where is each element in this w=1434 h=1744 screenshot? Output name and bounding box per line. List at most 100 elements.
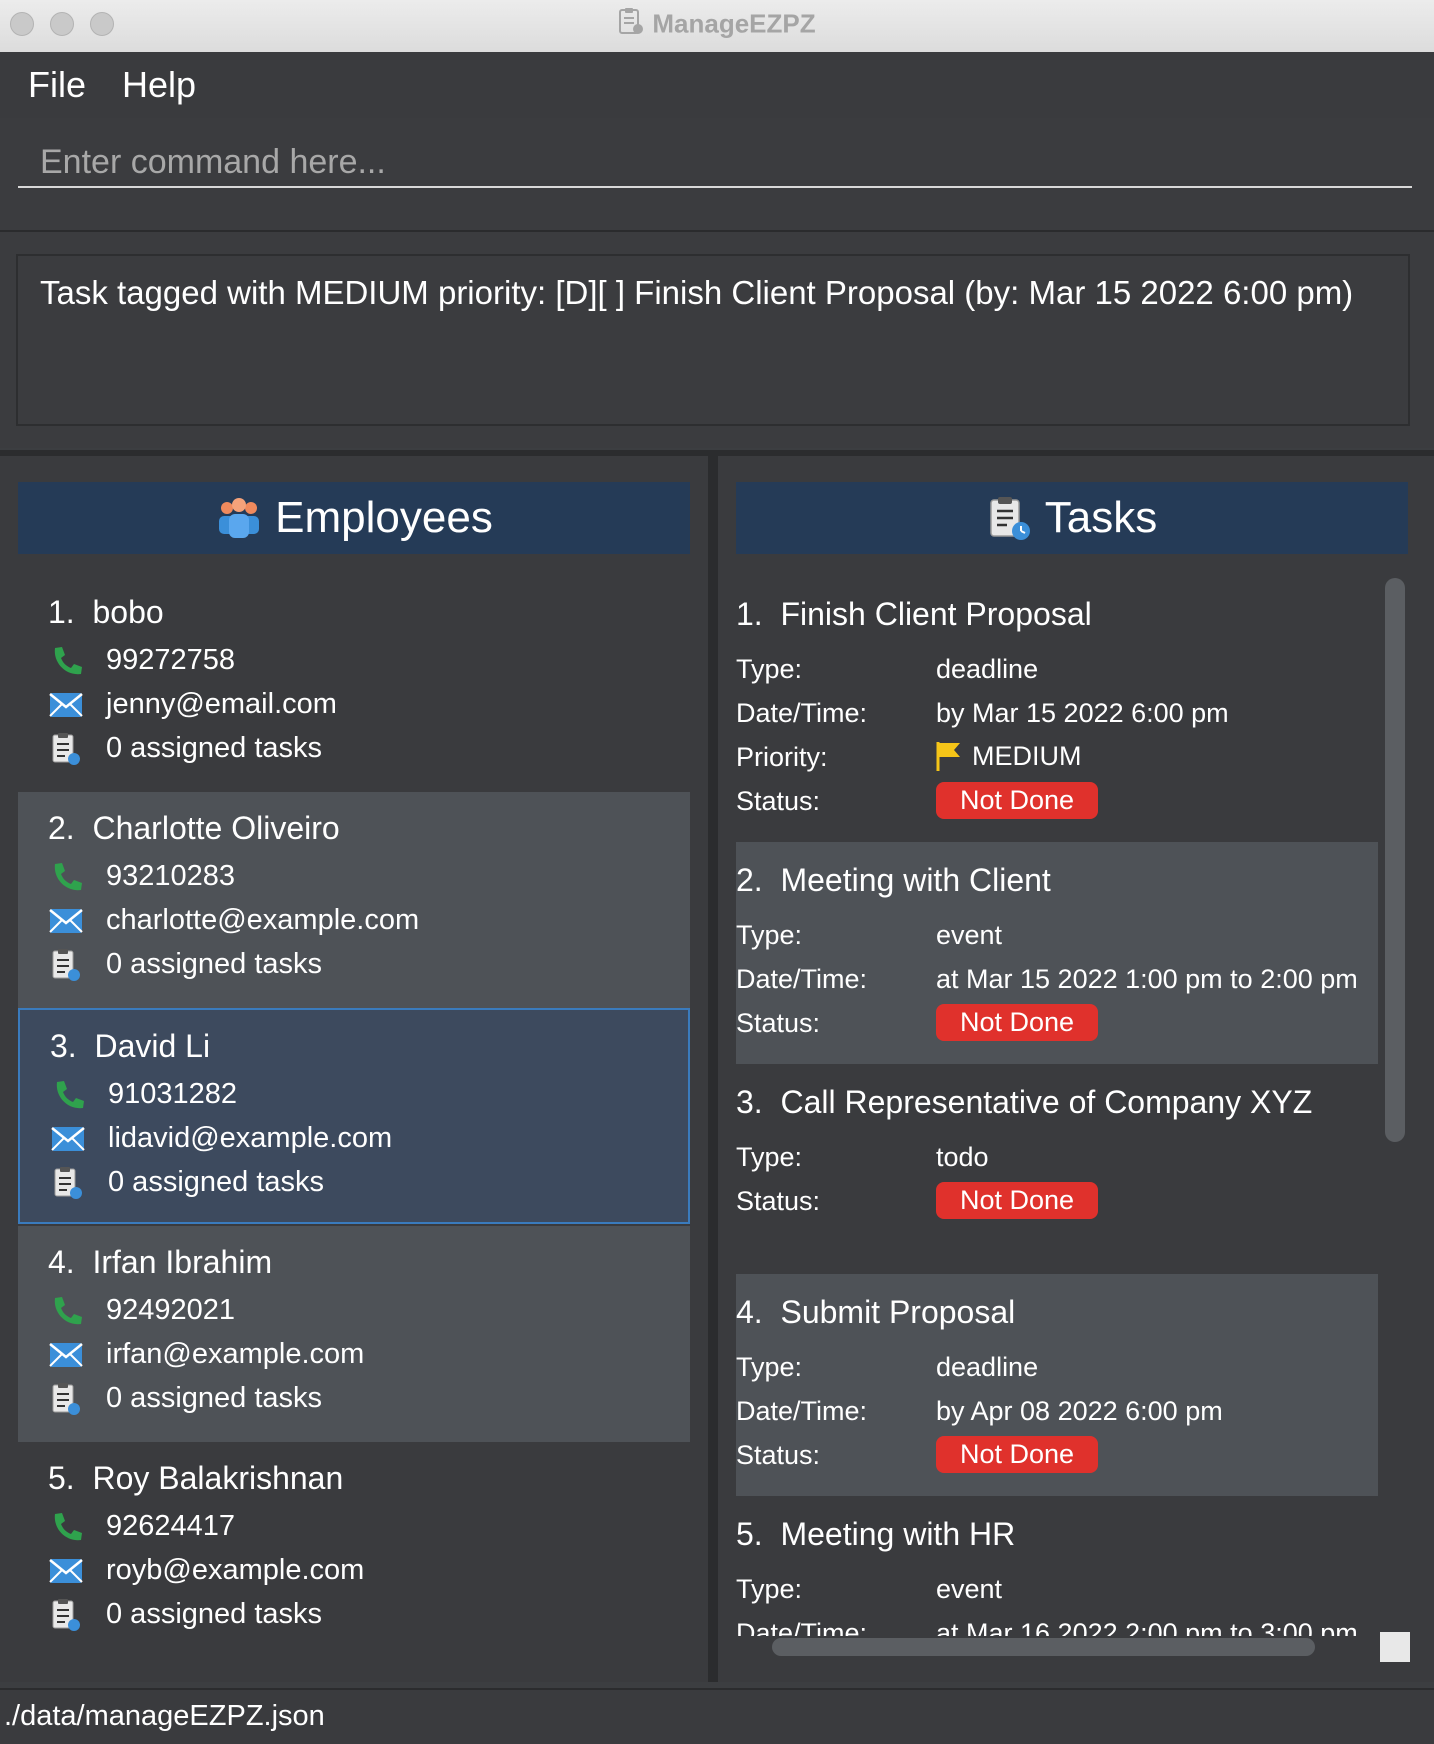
employee-tasks-row: 0 assigned tasks bbox=[50, 1166, 324, 1199]
app-icon bbox=[618, 8, 644, 43]
task-list-icon bbox=[48, 732, 84, 765]
task-datetime-value: by Apr 08 2022 6:00 pm bbox=[936, 1396, 1223, 1426]
task-list-horizontal-scrollbar[interactable] bbox=[772, 1638, 1315, 1656]
phone-icon bbox=[50, 1079, 86, 1111]
employee-card-selected[interactable]: 3. David Li 91031282 lidavid@example.com… bbox=[18, 1008, 690, 1224]
employee-card[interactable]: 1. bobo 99272758 jenny@email.com 0 assig… bbox=[18, 576, 690, 792]
employee-email-row: jenny@email.com bbox=[48, 688, 337, 721]
command-input[interactable] bbox=[18, 138, 1412, 188]
mail-icon bbox=[48, 1339, 84, 1371]
task-datetime-value: at Mar 16 2022 2:00 pm to 3:00 pm bbox=[936, 1618, 1358, 1636]
task-name: 3. Call Representative of Company XYZ bbox=[736, 1084, 1313, 1120]
task-datetime-label: Date/Time: bbox=[736, 1618, 868, 1636]
window-title-bar: ManageEZPZ bbox=[0, 0, 1434, 53]
task-type-label: Type: bbox=[736, 1574, 803, 1604]
task-list-icon bbox=[48, 948, 84, 981]
task-card[interactable]: 2. Meeting with Client Type: event Date/… bbox=[736, 842, 1378, 1064]
status-badge: Not Done bbox=[936, 1004, 1099, 1041]
task-name: 2. Meeting with Client bbox=[736, 862, 1051, 898]
employee-phone-row: 91031282 bbox=[50, 1078, 237, 1111]
employee-tasks-row: 0 assigned tasks bbox=[48, 1598, 322, 1631]
task-type-value: event bbox=[936, 920, 1003, 950]
employee-email-row: charlotte@example.com bbox=[48, 904, 419, 937]
phone-icon bbox=[48, 1295, 84, 1327]
task-type-value: deadline bbox=[936, 654, 1039, 684]
employee-name: 4. Irfan Ibrahim bbox=[48, 1244, 273, 1280]
menu-help[interactable]: Help bbox=[122, 64, 196, 106]
status-bar: ./data/manageEZPZ.json bbox=[0, 1688, 1434, 1744]
employee-email-row: irfan@example.com bbox=[48, 1338, 364, 1371]
result-display-area: Task tagged with MEDIUM priority: [D][ ]… bbox=[0, 232, 1434, 448]
task-list-icon bbox=[50, 1166, 86, 1199]
task-list-vertical-scrollbar[interactable] bbox=[1385, 578, 1405, 1142]
task-name: 5. Meeting with HR bbox=[736, 1516, 1016, 1552]
mail-icon bbox=[48, 689, 84, 721]
phone-icon bbox=[48, 861, 84, 893]
task-list-icon bbox=[48, 1382, 84, 1415]
task-priority-label: Priority: bbox=[736, 742, 828, 772]
employee-email-row: royb@example.com bbox=[48, 1554, 364, 1587]
employee-card[interactable]: 2. Charlotte Oliveiro 93210283 charlotte… bbox=[18, 792, 690, 1008]
phone-icon bbox=[48, 1511, 84, 1543]
phone-icon bbox=[48, 645, 84, 677]
status-badge: Not Done bbox=[936, 1436, 1099, 1473]
task-name: 4. Submit Proposal bbox=[736, 1294, 1016, 1330]
employee-panel-header: Employees bbox=[18, 482, 690, 554]
employee-name: 1. bobo bbox=[48, 594, 164, 630]
employee-card[interactable]: 5. Roy Balakrishnan 92624417 royb@exampl… bbox=[18, 1442, 690, 1658]
task-type-value: event bbox=[936, 1574, 1003, 1604]
window-title: ManageEZPZ bbox=[0, 8, 1434, 43]
scrollbar-corner bbox=[1380, 1632, 1410, 1662]
employee-phone-row: 92492021 bbox=[48, 1294, 235, 1327]
task-panel-title: Tasks bbox=[1044, 493, 1158, 542]
task-status-label: Status: bbox=[736, 1440, 821, 1470]
menu-file[interactable]: File bbox=[28, 64, 86, 106]
status-badge: Not Done bbox=[936, 1182, 1099, 1219]
employee-tasks-row: 0 assigned tasks bbox=[48, 1382, 322, 1415]
employee-panel: Employees 1. bobo 99272758 jenny@email.c… bbox=[0, 456, 708, 1682]
result-display: Task tagged with MEDIUM priority: [D][ ]… bbox=[16, 254, 1410, 426]
task-card[interactable]: 4. Submit Proposal Type: deadline Date/T… bbox=[736, 1274, 1378, 1496]
people-icon bbox=[215, 496, 263, 540]
task-priority-value: MEDIUM bbox=[936, 740, 1082, 772]
employee-email-row: lidavid@example.com bbox=[50, 1122, 392, 1155]
task-type-label: Type: bbox=[736, 654, 803, 684]
task-card[interactable]: 3. Call Representative of Company XYZ Ty… bbox=[736, 1064, 1378, 1274]
task-status-value: Not Done bbox=[936, 1004, 1099, 1041]
task-panel-header: Tasks bbox=[736, 482, 1408, 554]
task-list-icon bbox=[48, 1598, 84, 1631]
task-type-label: Type: bbox=[736, 920, 803, 950]
task-status-value: Not Done bbox=[936, 1436, 1099, 1473]
task-datetime-label: Date/Time: bbox=[736, 964, 868, 994]
employee-phone-row: 92624417 bbox=[48, 1510, 235, 1543]
task-datetime-value: by Mar 15 2022 6:00 pm bbox=[936, 698, 1229, 728]
task-card[interactable]: 5. Meeting with HR Type: event Date/Time… bbox=[736, 1496, 1378, 1636]
task-panel: Tasks 1. Finish Client Proposal Type: de… bbox=[718, 456, 1434, 1682]
task-list-icon bbox=[987, 495, 1033, 541]
task-list[interactable]: 1. Finish Client Proposal Type: deadline… bbox=[736, 576, 1378, 1636]
employee-tasks-row: 0 assigned tasks bbox=[48, 948, 322, 981]
mail-icon bbox=[50, 1123, 86, 1155]
status-badge: Not Done bbox=[936, 782, 1099, 819]
employee-list[interactable]: 1. bobo 99272758 jenny@email.com 0 assig… bbox=[18, 576, 690, 1676]
task-card[interactable]: 1. Finish Client Proposal Type: deadline… bbox=[736, 576, 1378, 842]
task-status-value: Not Done bbox=[936, 782, 1099, 819]
employee-phone-row: 99272758 bbox=[48, 644, 235, 677]
task-status-label: Status: bbox=[736, 1186, 821, 1216]
task-datetime-label: Date/Time: bbox=[736, 698, 868, 728]
task-status-label: Status: bbox=[736, 786, 821, 816]
flag-icon bbox=[936, 740, 962, 772]
window-title-text: ManageEZPZ bbox=[652, 8, 816, 39]
mail-icon bbox=[48, 905, 84, 937]
panel-divider[interactable] bbox=[708, 456, 718, 1682]
task-type-value: deadline bbox=[936, 1352, 1039, 1382]
employee-name: 3. David Li bbox=[50, 1028, 211, 1064]
task-type-value: todo bbox=[936, 1142, 989, 1172]
mail-icon bbox=[48, 1555, 84, 1587]
employee-name: 2. Charlotte Oliveiro bbox=[48, 810, 340, 846]
employee-card[interactable]: 4. Irfan Ibrahim 92492021 irfan@example.… bbox=[18, 1226, 690, 1442]
task-status-value: Not Done bbox=[936, 1182, 1099, 1219]
employee-panel-title: Employees bbox=[275, 493, 493, 542]
task-datetime-label: Date/Time: bbox=[736, 1396, 868, 1426]
data-file-path: ./data/manageEZPZ.json bbox=[4, 1700, 325, 1732]
